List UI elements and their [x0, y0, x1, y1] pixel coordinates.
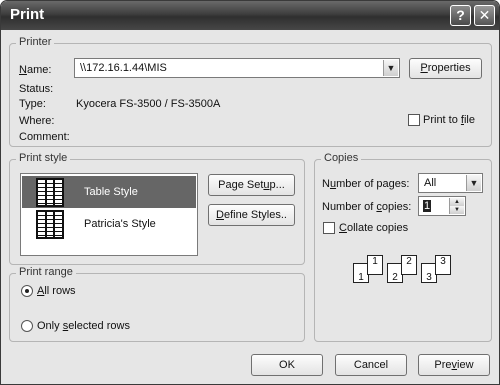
- number-of-pages-value: All: [424, 177, 437, 189]
- list-item[interactable]: Table Style: [22, 176, 196, 208]
- print-range-legend: Print range: [16, 266, 76, 278]
- style-item-label: Patricia's Style: [84, 218, 156, 230]
- style-item-label: Table Style: [84, 186, 138, 198]
- selected-rows-radio[interactable]: [21, 320, 33, 332]
- collate-copies-checkbox[interactable]: [323, 222, 335, 234]
- number-of-copies-stepper[interactable]: 1 ▲ ▼: [418, 196, 466, 216]
- type-value: Kyocera FS-3500 / FS-3500A: [76, 98, 221, 110]
- collate-page-icon: 1: [367, 255, 383, 275]
- print-dialog: Print ? ✕ Printer Name: \\172.16.1.44\MI…: [0, 0, 500, 385]
- ok-button[interactable]: OK: [251, 354, 323, 376]
- name-label: Name:: [19, 64, 52, 76]
- define-styles-button[interactable]: Define Styles..: [208, 204, 295, 226]
- all-rows-radio[interactable]: [21, 285, 33, 297]
- preview-button[interactable]: Preview: [418, 354, 490, 376]
- table-style-icon: [36, 210, 64, 239]
- print-to-file-checkbox[interactable]: [408, 114, 420, 126]
- close-button[interactable]: ✕: [474, 5, 495, 26]
- chevron-down-icon[interactable]: ▼: [383, 60, 398, 76]
- printer-legend: Printer: [16, 36, 55, 48]
- window-title: Print: [10, 6, 45, 23]
- title-bar[interactable]: Print ? ✕: [1, 1, 499, 30]
- number-of-pages-label: Number of pages:: [322, 178, 410, 190]
- number-of-copies-label: Number of copies:: [322, 201, 412, 213]
- list-item[interactable]: Patricia's Style: [22, 208, 196, 240]
- printer-name-value: \\172.16.1.44\MIS: [80, 62, 167, 74]
- number-of-copies-value: 1: [423, 200, 432, 212]
- print-to-file-label[interactable]: Print to file: [423, 114, 475, 126]
- properties-button[interactable]: Properties: [409, 58, 482, 79]
- cancel-button[interactable]: Cancel: [335, 354, 407, 376]
- close-icon: ✕: [478, 7, 491, 23]
- number-of-pages-select[interactable]: All ▼: [418, 173, 483, 193]
- help-button[interactable]: ?: [450, 5, 471, 26]
- print-style-legend: Print style: [16, 152, 71, 164]
- copies-legend: Copies: [321, 152, 362, 164]
- all-rows-label[interactable]: All rows: [37, 285, 76, 297]
- where-label: Where:: [19, 115, 55, 127]
- printer-name-select[interactable]: \\172.16.1.44\MIS ▼: [74, 58, 400, 78]
- comment-label: Comment:: [19, 131, 70, 143]
- help-icon: ?: [456, 7, 465, 23]
- collate-page-icon: 3: [435, 255, 451, 275]
- type-label: Type:: [19, 98, 46, 110]
- spin-up-icon[interactable]: ▲: [449, 198, 464, 206]
- chevron-down-icon[interactable]: ▼: [466, 175, 481, 191]
- selected-rows-label[interactable]: Only selected rows: [37, 320, 130, 332]
- collate-page-icon: 2: [401, 255, 417, 275]
- status-label: Status:: [19, 83, 54, 95]
- spin-down-icon[interactable]: ▼: [449, 206, 464, 214]
- collate-copies-label[interactable]: Collate copies: [339, 222, 408, 234]
- page-setup-button[interactable]: Page Setup...: [208, 174, 295, 196]
- radio-selected-dot: [25, 289, 29, 293]
- print-style-list[interactable]: Table Style Patricia's Style: [20, 173, 198, 256]
- table-style-icon: [36, 178, 64, 207]
